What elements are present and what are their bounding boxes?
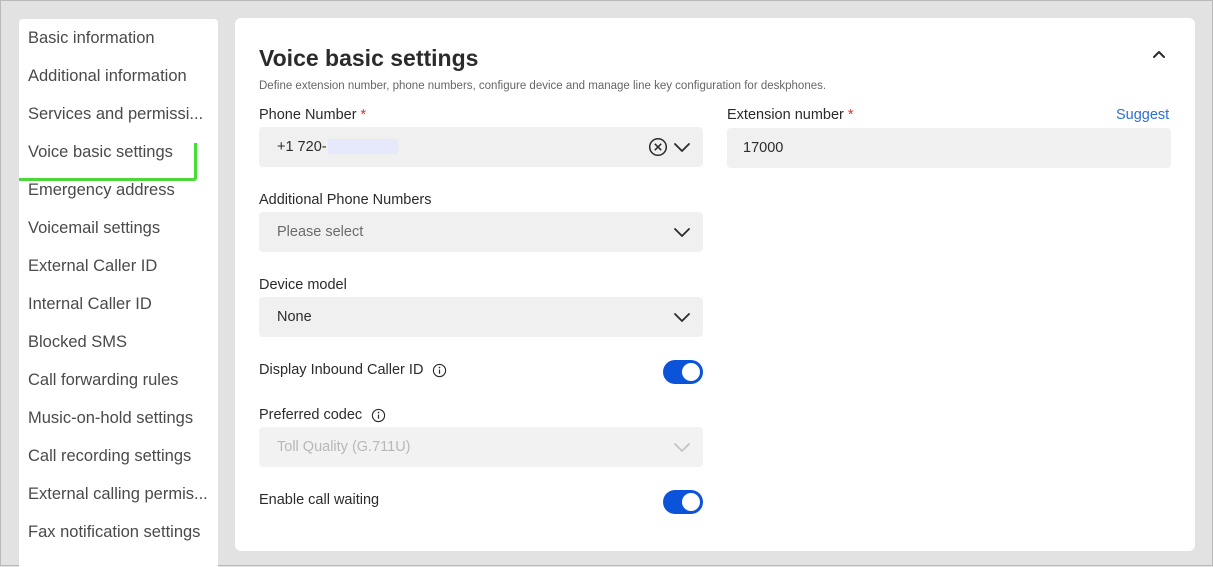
sidebar-item-blocked-sms[interactable]: Blocked SMS: [19, 333, 218, 371]
required-mark: *: [360, 107, 367, 123]
preferred-codec-label: Preferred codec: [259, 407, 386, 423]
extension-number-input[interactable]: 17000: [727, 128, 1171, 168]
chevron-down-icon: [674, 443, 690, 452]
info-icon[interactable]: [371, 408, 386, 423]
display-inbound-caller-id-toggle[interactable]: [663, 360, 703, 384]
phone-number-label: Phone Number *: [259, 107, 366, 123]
call-waiting-toggle[interactable]: [663, 490, 703, 514]
required-mark: *: [847, 107, 854, 123]
collapse-button[interactable]: [1149, 44, 1169, 64]
preferred-codec-select: Toll Quality (G.711U): [259, 427, 703, 467]
info-icon[interactable]: [432, 363, 447, 378]
additional-numbers-placeholder: Please select: [277, 224, 364, 240]
redacted-digits: [327, 138, 398, 154]
sidebar-item-voicemail-settings[interactable]: Voicemail settings: [19, 219, 218, 257]
extension-number-label: Extension number *: [727, 107, 854, 123]
sidebar-item-call-recording-settings[interactable]: Call recording settings: [19, 447, 218, 485]
display-inbound-caller-id-label: Display Inbound Caller ID: [259, 362, 447, 378]
preferred-codec-value: Toll Quality (G.711U): [277, 439, 411, 455]
additional-numbers-label: Additional Phone Numbers: [259, 192, 432, 208]
phone-number-label-text: Phone Number: [259, 107, 357, 123]
device-model-label: Device model: [259, 277, 347, 293]
sidebar-item-external-caller-id[interactable]: External Caller ID: [19, 257, 218, 295]
sidebar-item-additional-information[interactable]: Additional information: [19, 67, 218, 105]
toggle-knob: [682, 493, 700, 511]
sidebar-item-fax-notification-settings[interactable]: Fax notification settings: [19, 523, 218, 561]
sidebar-item-music-on-hold-settings[interactable]: Music-on-hold settings: [19, 409, 218, 447]
sidebar-item-internal-caller-id[interactable]: Internal Caller ID: [19, 295, 218, 333]
extension-number-label-text: Extension number: [727, 107, 844, 123]
section-title: Voice basic settings: [259, 45, 479, 71]
sidebar-item-voice-basic-settings[interactable]: Voice basic settings: [19, 143, 218, 181]
device-model-value: None: [277, 309, 312, 325]
phone-number-value: +1 720-: [277, 139, 327, 155]
clear-circle-icon[interactable]: [648, 137, 668, 157]
toggle-knob: [682, 363, 700, 381]
chevron-up-icon: [1153, 51, 1165, 58]
sidebar-item-services-and-permissions[interactable]: Services and permissi...: [19, 105, 218, 143]
chevron-down-icon: [674, 313, 690, 322]
settings-sidebar: Basic information Additional information…: [19, 19, 218, 567]
app-frame: Basic information Additional information…: [0, 0, 1213, 567]
voice-basic-settings-card: Voice basic settings Define extension nu…: [235, 18, 1195, 551]
phone-number-select[interactable]: +1 720-: [259, 127, 703, 167]
device-model-select[interactable]: None: [259, 297, 703, 337]
preferred-codec-label-text: Preferred codec: [259, 407, 363, 423]
section-description: Define extension number, phone numbers, …: [259, 80, 827, 92]
sidebar-item-basic-information[interactable]: Basic information: [19, 29, 218, 67]
display-inbound-caller-id-text: Display Inbound Caller ID: [259, 362, 424, 378]
sidebar-item-emergency-address[interactable]: Emergency address: [19, 181, 218, 219]
call-waiting-label: Enable call waiting: [259, 492, 380, 508]
sidebar-item-call-forwarding-rules[interactable]: Call forwarding rules: [19, 371, 218, 409]
suggest-link[interactable]: Suggest: [1116, 107, 1169, 123]
additional-numbers-select[interactable]: Please select: [259, 212, 703, 252]
sidebar-item-external-calling-permissions[interactable]: External calling permis...: [19, 485, 218, 523]
chevron-down-icon[interactable]: [673, 138, 691, 156]
chevron-down-icon: [674, 228, 690, 237]
